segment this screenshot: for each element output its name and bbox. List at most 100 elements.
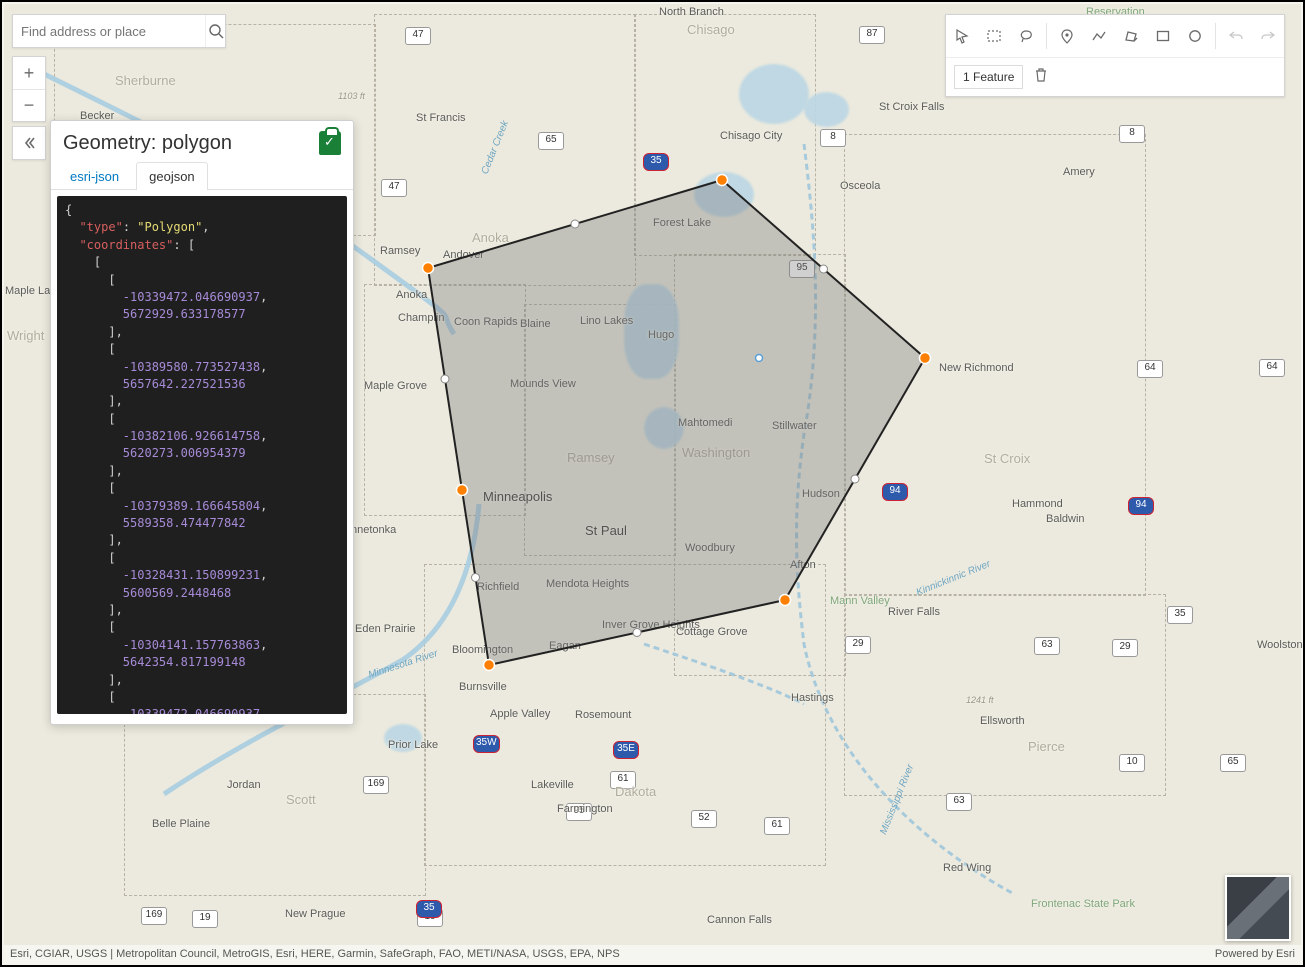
- map-label: Hudson: [802, 488, 840, 500]
- basemap-toggle[interactable]: [1225, 875, 1291, 941]
- map-label: New Richmond: [939, 362, 1014, 374]
- map-label: Red Wing: [943, 862, 991, 874]
- tab-geojson[interactable]: geojson: [136, 162, 208, 190]
- map-label: Chisago City: [720, 130, 782, 142]
- map-label: Lakeville: [531, 779, 574, 791]
- highway-shield: 47: [381, 179, 407, 197]
- map-label: Osceola: [840, 180, 880, 192]
- tab-esri-json[interactable]: esri-json: [57, 162, 132, 190]
- map-app: 16919191691347476595353535E35W9494888795…: [0, 0, 1305, 967]
- panel-collapse-button[interactable]: [12, 126, 46, 160]
- point-tool[interactable]: [1051, 15, 1083, 57]
- map-label: Andover: [443, 249, 484, 261]
- map-label: Ellsworth: [980, 715, 1025, 727]
- attribution-powered-by[interactable]: Powered by Esri: [1215, 948, 1295, 960]
- rectangle-tool[interactable]: [1147, 15, 1179, 57]
- attribution-bar: Esri, CGIAR, USGS | Metropolitan Council…: [4, 945, 1301, 963]
- map-label: Washington: [682, 445, 750, 460]
- map-label: Blaine: [520, 318, 551, 330]
- highway-shield: 35W: [473, 735, 500, 753]
- highway-shield: 8: [1119, 125, 1145, 143]
- map-label: Anoka: [472, 230, 509, 245]
- highway-shield: 169: [141, 907, 167, 925]
- highway-shield: 65: [1220, 754, 1246, 772]
- highway-shield: 35: [643, 153, 669, 171]
- polyline-tool[interactable]: [1083, 15, 1115, 57]
- highway-shield: 35: [1167, 606, 1193, 624]
- code-output[interactable]: { "type": "Polygon", "coordinates": [ [ …: [57, 196, 347, 714]
- map-label: Hastings: [791, 692, 834, 704]
- map-label: Scott: [286, 792, 316, 807]
- rectangle-select-tool[interactable]: [978, 15, 1010, 57]
- highway-shield: 87: [859, 26, 885, 44]
- map-label: St Croix: [984, 451, 1030, 466]
- lasso-select-tool[interactable]: [1010, 15, 1042, 57]
- search-box: [12, 14, 226, 48]
- highway-shield: 8: [820, 129, 846, 147]
- map-label: Mounds View: [510, 378, 576, 390]
- map-label: Dakota: [615, 784, 656, 799]
- map-label: Maple Grove: [364, 380, 427, 392]
- map-label: Baldwin: [1046, 513, 1085, 525]
- highway-shield: 35: [416, 900, 442, 918]
- search-icon[interactable]: [205, 15, 225, 47]
- map-label: Eagan: [549, 640, 581, 652]
- map-label: Wright: [7, 328, 44, 343]
- highway-shield: 65: [538, 132, 564, 150]
- map-label: St Croix Falls: [879, 101, 944, 113]
- highway-shield: 64: [1137, 360, 1163, 378]
- map-label: Lino Lakes: [580, 315, 633, 327]
- highway-shield: 29: [845, 636, 871, 654]
- map-label: Forest Lake: [653, 217, 711, 229]
- map-label: River Falls: [888, 606, 940, 618]
- map-label: New Prague: [285, 908, 346, 920]
- map-label: Cannon Falls: [707, 914, 772, 926]
- circle-tool[interactable]: [1179, 15, 1211, 57]
- map-label: Eden Prairie: [355, 623, 416, 635]
- highway-shield: 64: [1259, 359, 1285, 377]
- feature-count-badge: 1 Feature: [954, 65, 1023, 89]
- map-label: Minneapolis: [483, 489, 552, 504]
- attribution-sources: Esri, CGIAR, USGS | Metropolitan Council…: [10, 948, 620, 960]
- copy-clipboard-button[interactable]: [319, 131, 341, 155]
- geometry-panel: Geometry: polygon esri-json geojson { "t…: [50, 120, 354, 725]
- sketch-toolbar: 1 Feature: [945, 14, 1285, 97]
- polygon-tool[interactable]: [1115, 15, 1147, 57]
- map-label: Champlin: [398, 312, 444, 324]
- map-label: Farmington: [557, 803, 613, 815]
- map-label: Richfield: [477, 581, 519, 593]
- map-label: 1241 ft: [966, 695, 994, 705]
- zoom-out-button[interactable]: −: [13, 89, 45, 121]
- highway-shield: 169: [363, 776, 389, 794]
- zoom-in-button[interactable]: +: [13, 57, 45, 89]
- map-label: Ramsey: [380, 245, 420, 257]
- map-label: 1103 ft: [338, 91, 365, 101]
- map-label: Ramsey: [567, 450, 615, 465]
- highway-shield: 29: [1112, 639, 1138, 657]
- delete-button[interactable]: [1033, 67, 1049, 88]
- map-label: Hugo: [648, 329, 674, 341]
- map-label: Mann Valley: [830, 595, 890, 607]
- map-label: Sherburne: [115, 73, 176, 88]
- search-input[interactable]: [13, 24, 205, 39]
- highway-shield: 61: [764, 817, 790, 835]
- highway-shield: 63: [946, 793, 972, 811]
- highway-shield: 94: [882, 483, 908, 501]
- highway-shield: 47: [405, 27, 431, 45]
- map-label: Bloomington: [452, 644, 513, 656]
- zoom-control: + −: [12, 56, 46, 122]
- map-label: Pierce: [1028, 739, 1065, 754]
- cursor-tool[interactable]: [946, 15, 978, 57]
- map-label: Coon Rapids: [454, 316, 518, 328]
- map-label: nnetonka: [351, 524, 396, 536]
- undo-button[interactable]: [1220, 15, 1252, 57]
- highway-shield: 94: [1128, 497, 1154, 515]
- map-label: St Francis: [416, 112, 466, 124]
- map-label: Woodbury: [685, 542, 735, 554]
- map-label: Jordan: [227, 779, 261, 791]
- highway-shield: 95: [789, 260, 815, 278]
- redo-button[interactable]: [1252, 15, 1284, 57]
- map-label: Hammond: [1012, 498, 1063, 510]
- map-label: St Paul: [585, 523, 627, 538]
- map-label: Prior Lake: [388, 739, 438, 751]
